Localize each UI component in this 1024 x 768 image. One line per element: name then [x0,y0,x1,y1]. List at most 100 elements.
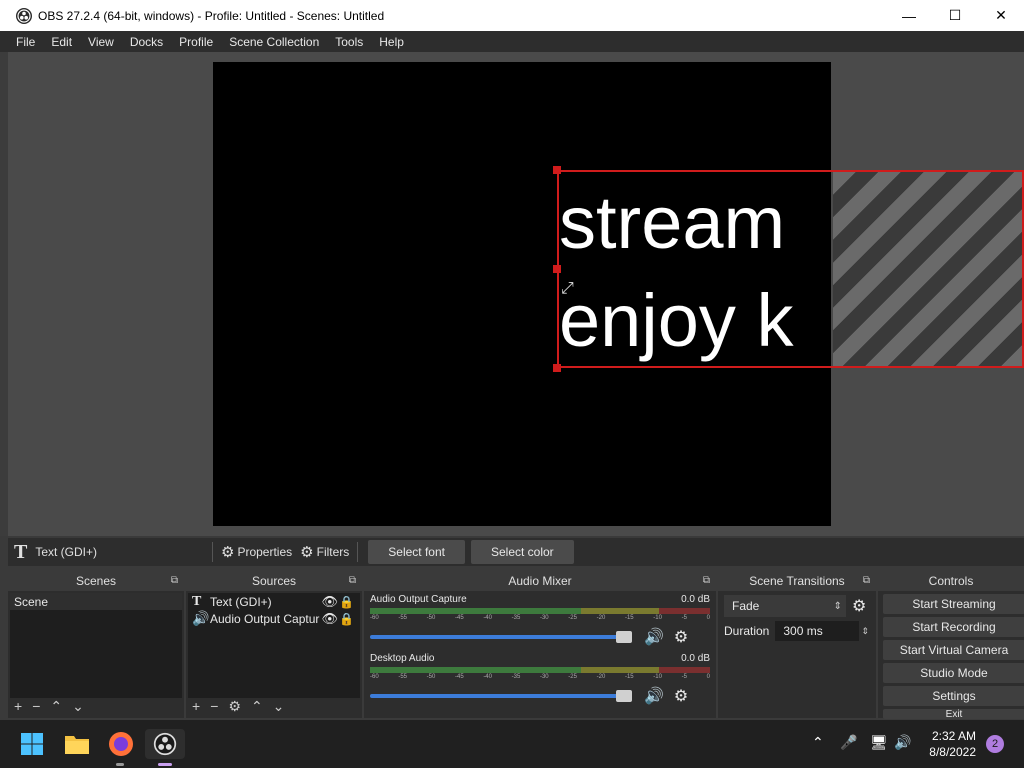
mixer-header: Audio Mixer ⧉ [364,571,716,591]
move-down-icon[interactable]: ⌄ [72,698,84,715]
scene-item[interactable]: Scene [10,593,182,610]
scenes-list: Scene [10,593,182,698]
menu-edit[interactable]: Edit [43,35,80,49]
file-explorer-icon[interactable] [62,729,92,759]
text-icon: T [192,593,202,609]
fader-knob[interactable] [616,690,632,702]
canvas-text-line-2: enjoy k [559,279,794,362]
start-streaming-button[interactable]: Start Streaming [883,594,1024,614]
minimize-button[interactable]: — [886,0,932,31]
clock-date: 8/8/2022 [929,745,976,759]
move-down-icon[interactable]: ⌄ [273,698,285,715]
start-virtual-camera-button[interactable]: Start Virtual Camera [883,640,1024,660]
gear-icon[interactable]: ⚙ [852,596,866,616]
source-item-audio[interactable]: 🔊 Audio Output Captur 👁 🔒 [188,610,360,627]
tick: -50 [426,615,436,621]
visibility-eye-icon[interactable]: 👁 [321,611,338,627]
menu-scene-collection[interactable]: Scene Collection [221,35,327,49]
menu-tools[interactable]: Tools [327,35,371,49]
tick: -10 [653,674,662,680]
gear-icon[interactable]: ⚙ [228,698,241,715]
close-button[interactable]: ✕ [978,0,1024,31]
text-icon: T [14,540,28,563]
canvas-text-line-1: stream [559,181,786,264]
resize-handle-bottom-left[interactable] [553,364,561,372]
menu-help[interactable]: Help [371,35,412,49]
transitions-title: Scene Transitions [749,574,845,588]
visibility-eye-icon[interactable]: 👁 [321,594,338,610]
volume-icon[interactable]: 🔊 [894,734,911,751]
tick: 0 [706,674,710,680]
volume-meter [370,667,710,673]
obs-taskbar-icon[interactable] [145,729,185,759]
channel-name: Desktop Audio [370,653,435,664]
fader-knob[interactable] [616,631,632,643]
tick: -30 [539,615,549,621]
resize-handle-left[interactable] [553,265,561,273]
studio-mode-button[interactable]: Studio Mode [883,663,1024,683]
volume-fader[interactable] [370,690,632,702]
select-color-button[interactable]: Select color [470,540,574,564]
transition-select[interactable]: Fade ⇕ [724,595,846,617]
undock-icon[interactable]: ⧉ [171,575,178,586]
move-up-icon[interactable]: ⌃ [50,698,62,715]
remove-icon[interactable]: − [210,698,218,714]
tick: -35 [511,615,521,621]
settings-button[interactable]: Settings [883,686,1024,706]
undock-icon[interactable]: ⧉ [349,575,356,586]
text-source-selection[interactable]: stream enjoy k [557,170,1024,368]
menu-file[interactable]: File [8,35,43,49]
network-icon[interactable]: 🖥 [870,734,888,751]
sources-dock: Sources ⧉ T Text (GDI+) 👁 🔒 🔊 Audio Outp… [186,571,362,718]
duration-input[interactable]: 300 ms [775,621,860,641]
source-toolbar: T Text (GDI+) ⚙ Properties ⚙ Filters Sel… [8,538,1024,566]
tick: -35 [511,674,521,680]
gear-icon[interactable]: ⚙ [674,686,688,706]
controls-title: Controls [928,574,974,588]
tick: -30 [539,674,549,680]
undock-icon[interactable]: ⧉ [863,575,870,586]
tick: -20 [596,674,606,680]
window-title: OBS 27.2.4 (64-bit, windows) - Profile: … [38,8,385,23]
remove-icon[interactable]: − [32,698,40,714]
select-font-button[interactable]: Select font [368,540,465,564]
tick: -20 [596,615,606,621]
source-item-text[interactable]: T Text (GDI+) 👁 🔒 [188,593,360,610]
clock-time: 2:32 AM [931,729,976,743]
chevron-up-icon[interactable]: ⌃ [812,734,824,751]
add-icon[interactable]: + [14,698,22,714]
clock[interactable]: 2:32 AM 8/8/2022 [929,728,976,760]
microphone-icon[interactable]: 🎤 [840,734,857,751]
start-recording-button[interactable]: Start Recording [883,617,1024,637]
taskbar: ⌃ 🎤 🖥 🔊 2:32 AM 8/8/2022 2 [0,720,1024,768]
maximize-button[interactable]: ☐ [932,0,978,31]
exit-button[interactable]: Exit [883,709,1024,719]
tick: -55 [398,674,407,680]
gear-icon: ⚙ [221,544,235,561]
add-icon[interactable]: + [192,698,200,714]
tick: -5 [681,615,687,621]
menu-docks[interactable]: Docks [122,35,171,49]
lock-icon[interactable]: 🔒 [339,612,354,626]
move-up-icon[interactable]: ⌃ [251,698,263,715]
scenes-header: Scenes ⧉ [8,571,184,591]
speaker-icon[interactable]: 🔊 [644,627,664,647]
running-indicator [116,763,124,766]
properties-button[interactable]: ⚙ Properties [217,543,296,561]
divider [212,542,213,562]
gear-icon[interactable]: ⚙ [674,627,688,647]
firefox-icon[interactable] [106,729,136,759]
channel-name: Audio Output Capture [370,594,467,605]
windows-start-icon[interactable] [17,729,47,759]
lock-icon[interactable]: 🔒 [339,595,354,609]
notification-badge[interactable]: 2 [986,735,1004,753]
menu-profile[interactable]: Profile [171,35,221,49]
volume-fader[interactable] [370,631,632,643]
filters-button[interactable]: ⚙ Filters [296,543,353,561]
resize-handle-top-left[interactable] [553,166,561,174]
tick: -55 [398,615,407,621]
menu-view[interactable]: View [80,35,122,49]
speaker-icon[interactable]: 🔊 [644,686,664,706]
undock-icon[interactable]: ⧉ [703,575,710,586]
spinner-icon[interactable]: ⇕ [861,626,869,637]
